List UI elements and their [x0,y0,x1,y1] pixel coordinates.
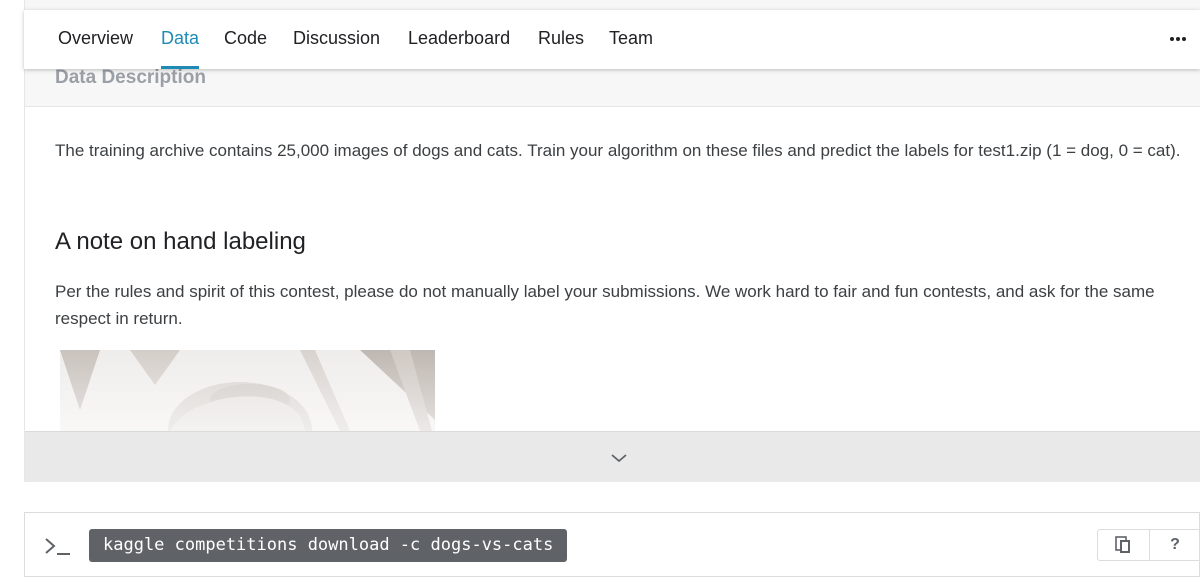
tab-data-label: Data [161,28,200,48]
section-title: Data Description [55,67,206,88]
command-actions: ? [1097,529,1200,561]
tab-rules[interactable]: Rules [538,10,584,69]
description-paragraph: The training archive contains 25,000 ima… [55,141,1181,160]
tab-overview[interactable]: Overview [58,10,133,69]
chevron-down-icon[interactable] [609,448,629,468]
active-tab-indicator [161,66,200,69]
copy-button[interactable] [1098,530,1149,560]
note-paragraph: Per the rules and spirit of this contest… [55,282,1155,328]
help-icon: ? [1170,536,1180,553]
competition-nav: Overview Data Code Discussion Leaderboar… [24,10,1200,69]
command-text[interactable]: kaggle competitions download -c dogs-vs-… [89,529,568,562]
tab-data[interactable]: Data [161,10,200,69]
tab-team[interactable]: Team [609,10,653,69]
data-description-card: Data Description The training archive co… [24,0,1200,482]
api-command-bar: kaggle competitions download -c dogs-vs-… [24,512,1200,577]
help-button[interactable]: ? [1148,530,1200,560]
tab-code[interactable]: Code [224,10,267,69]
tab-discussion[interactable]: Discussion [293,10,380,69]
terminal-prompt-icon [45,538,70,555]
expand-bar[interactable] [25,431,1200,482]
copy-icon [1115,536,1131,553]
tab-leaderboard[interactable]: Leaderboard [408,10,510,69]
more-horizontal-icon[interactable] [1168,30,1188,48]
note-heading: A note on hand labeling [55,228,306,255]
sample-image [60,350,435,431]
